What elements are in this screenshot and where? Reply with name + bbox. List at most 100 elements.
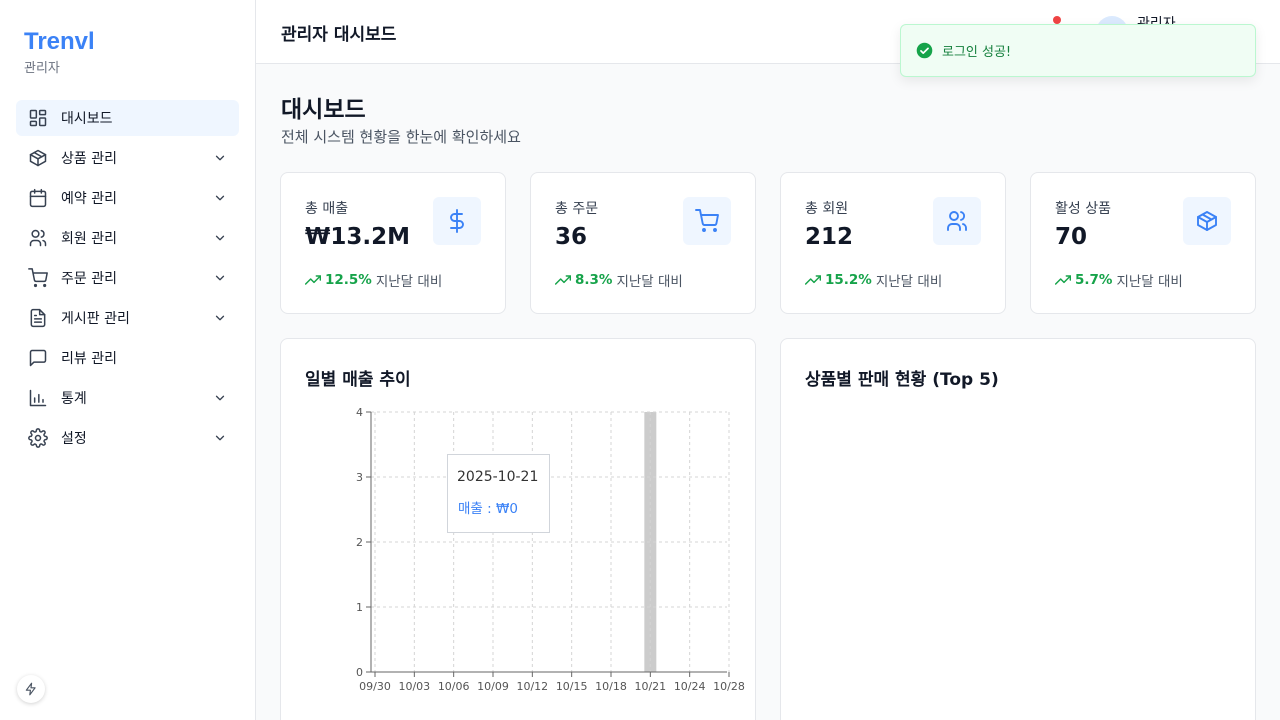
gear-icon (28, 428, 48, 448)
x-tick-label: 10/03 (398, 680, 430, 693)
toast-notification[interactable]: 로그인 성공! (900, 24, 1256, 77)
sidebar-item-label: 게시판 관리 (61, 311, 130, 327)
y-tick-label: 3 (356, 471, 363, 484)
x-tick-label: 10/21 (634, 680, 666, 693)
sidebar-item-label: 예약 관리 (61, 191, 117, 207)
stat-trend: 12.5% 지난달 대비 (305, 270, 442, 290)
brand-subtitle: 관리자 (24, 61, 60, 76)
product-sales-panel: 상품별 판매 현황 (Top 5) (780, 338, 1256, 720)
stat-trend: 15.2% 지난달 대비 (805, 270, 942, 290)
toast-message: 로그인 성공! (942, 45, 1012, 60)
sidebar-item-cart[interactable]: 주문 관리 (16, 260, 239, 296)
chevron-down-icon[interactable] (213, 191, 227, 205)
sidebar-item-label: 주문 관리 (61, 271, 117, 287)
stat-value: 212 (805, 224, 854, 250)
sidebar-item-label: 리뷰 관리 (61, 351, 117, 367)
x-tick-label: 10/06 (438, 680, 470, 693)
y-tick-label: 4 (356, 406, 363, 419)
stat-trend-percent: 12.5% (325, 272, 372, 288)
stat-card[interactable]: 총 회원 212 15.2% 지난달 대비 (780, 172, 1006, 314)
message-square-icon (28, 348, 48, 368)
users-icon (933, 197, 981, 245)
sidebar-item-label: 대시보드 (61, 111, 113, 127)
chart-tooltip: 2025-10-21 매출 : ₩0 (447, 454, 550, 533)
sidebar-item-users[interactable]: 회원 관리 (16, 220, 239, 256)
stat-trend: 8.3% 지난달 대비 (555, 270, 683, 290)
stat-trend: 5.7% 지난달 대비 (1055, 270, 1183, 290)
bar-chart-icon (28, 388, 48, 408)
stat-card[interactable]: 총 매출 ₩13.2M 12.5% 지난달 대비 (280, 172, 506, 314)
chevron-down-icon[interactable] (213, 231, 227, 245)
stat-trend-percent: 15.2% (825, 272, 872, 288)
stat-trend-compare: 지난달 대비 (375, 274, 443, 290)
x-tick-label: 10/15 (556, 680, 588, 693)
stat-value: ₩13.2M (305, 224, 411, 250)
sidebar-item-calendar[interactable]: 예약 관리 (16, 180, 239, 216)
stat-label: 활성 상품 (1055, 201, 1111, 217)
check-circle-icon (916, 42, 933, 59)
stat-trend-percent: 5.7% (1075, 272, 1113, 288)
sales-trend-panel: 일별 매출 추이 0 1 2 3 4 09/30 10/03 10/06 10/09 10/12 1… (280, 338, 756, 720)
x-tick-label: 09/30 (359, 680, 391, 693)
bolt-icon[interactable] (17, 675, 45, 703)
package-icon (28, 148, 48, 168)
page-title: 대시보드 (281, 97, 366, 123)
product-sales-title: 상품별 판매 현황 (Top 5) (805, 370, 999, 390)
y-tick-label: 2 (356, 536, 363, 549)
sidebar-item-dashboard[interactable]: 대시보드 (16, 100, 239, 136)
brand-name: Trenvl (24, 28, 95, 55)
tooltip-date: 2025-10-21 (457, 469, 539, 485)
x-tick-label: 10/28 (713, 680, 745, 693)
sidebar-item-label: 상품 관리 (61, 151, 117, 167)
brand[interactable]: Trenvl 관리자 (24, 28, 95, 76)
stat-trend-compare: 지난달 대비 (616, 274, 683, 290)
calendar-icon (28, 188, 48, 208)
trending-up-icon (805, 275, 821, 285)
header-title: 관리자 대시보드 (281, 25, 397, 45)
x-tick-label: 10/18 (595, 680, 627, 693)
sidebar-item-bar-chart[interactable]: 통계 (16, 380, 239, 416)
stat-trend-compare: 지난달 대비 (1116, 274, 1183, 290)
sidebar-item-gear[interactable]: 설정 (16, 420, 239, 456)
stat-label: 총 주문 (555, 201, 599, 217)
stat-label: 총 회원 (805, 201, 849, 217)
stat-label: 총 매출 (305, 201, 349, 217)
y-tick-label: 0 (356, 666, 363, 679)
trending-up-icon (305, 275, 321, 285)
y-tick-label: 1 (356, 601, 363, 614)
x-tick-label: 10/12 (516, 680, 548, 693)
stat-trend-percent: 8.3% (575, 272, 613, 288)
chevron-down-icon[interactable] (213, 311, 227, 325)
trending-up-icon (1055, 275, 1071, 285)
dollar-icon (433, 197, 481, 245)
sidebar-item-label: 회원 관리 (61, 231, 117, 247)
x-tick-label: 10/24 (674, 680, 706, 693)
sidebar: Trenvl 관리자 대시보드상품 관리예약 관리회원 관리주문 관리게시판 관… (0, 0, 256, 720)
stat-card[interactable]: 총 주문 36 8.3% 지난달 대비 (530, 172, 756, 314)
stat-value: 36 (555, 224, 588, 250)
trending-up-icon (555, 275, 571, 285)
sidebar-item-message-square[interactable]: 리뷰 관리 (16, 340, 239, 376)
chevron-down-icon[interactable] (213, 391, 227, 405)
chevron-down-icon[interactable] (213, 431, 227, 445)
sidebar-item-package[interactable]: 상품 관리 (16, 140, 239, 176)
dashboard-icon (28, 108, 48, 128)
sidebar-nav: 대시보드상품 관리예약 관리회원 관리주문 관리게시판 관리리뷰 관리통계설정 (16, 100, 239, 460)
cart-icon (683, 197, 731, 245)
chevron-down-icon[interactable] (213, 271, 227, 285)
sidebar-item-label: 통계 (61, 391, 87, 407)
stat-card[interactable]: 활성 상품 70 5.7% 지난달 대비 (1030, 172, 1256, 314)
file-text-icon (28, 308, 48, 328)
notification-dot[interactable] (1053, 16, 1061, 24)
chevron-down-icon[interactable] (213, 151, 227, 165)
package-icon (1183, 197, 1231, 245)
users-icon (28, 228, 48, 248)
cart-icon (28, 268, 48, 288)
stat-value: 70 (1055, 224, 1088, 250)
tooltip-value: 매출 : ₩0 (458, 501, 518, 517)
sidebar-item-label: 설정 (61, 431, 87, 447)
stat-trend-compare: 지난달 대비 (875, 274, 943, 290)
sidebar-item-file-text[interactable]: 게시판 관리 (16, 300, 239, 336)
x-tick-label: 10/09 (477, 680, 509, 693)
page-subtitle: 전체 시스템 현황을 한눈에 확인하세요 (281, 128, 521, 146)
